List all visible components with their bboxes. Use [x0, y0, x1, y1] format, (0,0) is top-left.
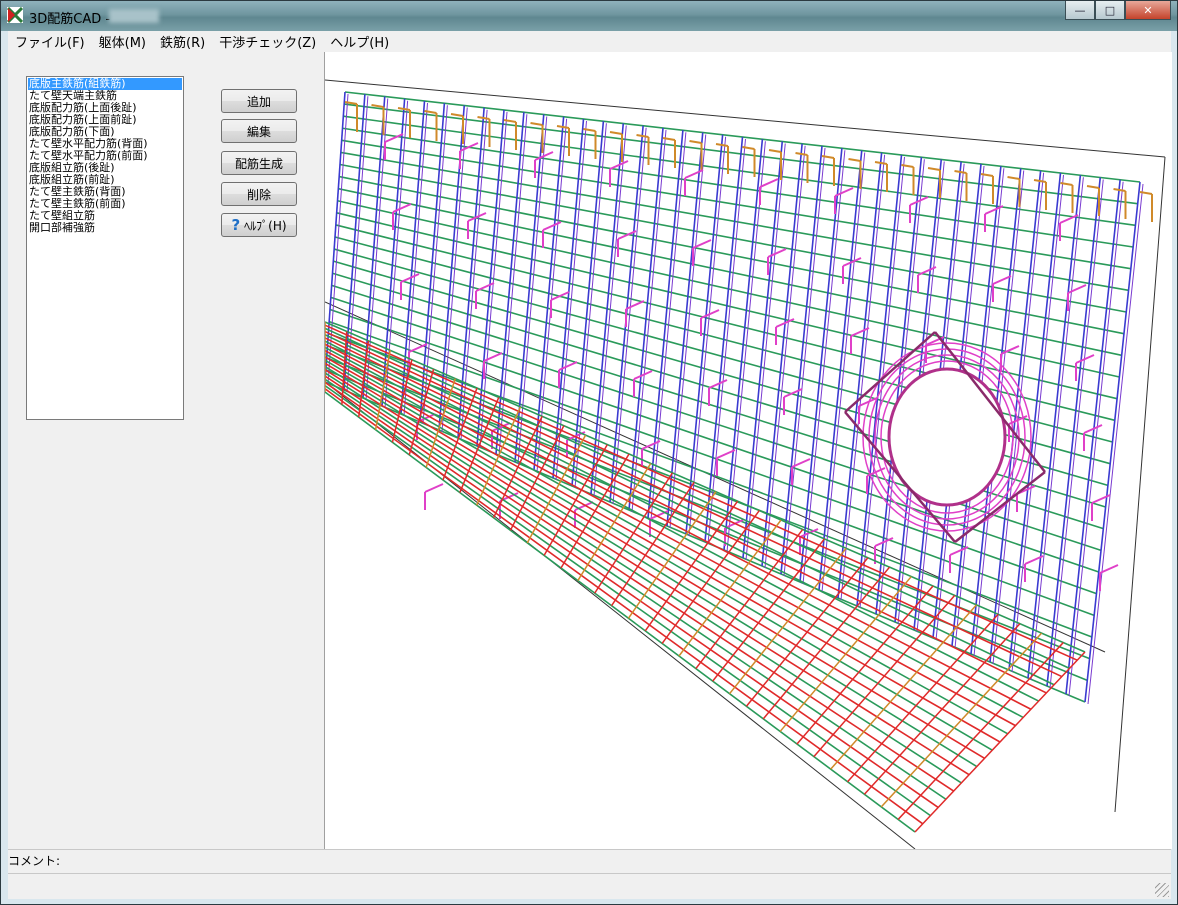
menu-structure[interactable]: 躯体(M)	[92, 32, 153, 51]
edit-button-label: 編集	[246, 124, 271, 139]
list-item[interactable]: たて壁天端主鉄筋	[28, 90, 182, 102]
list-item[interactable]: 底版組立筋(後趾)	[28, 162, 182, 174]
menu-file[interactable]: ファイル(F)	[8, 32, 92, 51]
app-icon	[7, 7, 23, 23]
menu-rebar[interactable]: 鉄筋(R)	[153, 32, 212, 51]
list-item[interactable]: 底版配力筋(下面)	[28, 126, 182, 138]
list-item[interactable]: 底版配力筋(上面前趾)	[28, 114, 182, 126]
delete-button-label: 削除	[246, 187, 271, 202]
close-button[interactable]: ✕	[1125, 1, 1171, 20]
minimize-button[interactable]: —	[1065, 1, 1095, 20]
list-item[interactable]: 底版配力筋(上面後趾)	[28, 102, 182, 114]
client-area: 底版主鉄筋(組鉄筋) たて壁天端主鉄筋 底版配力筋(上面後趾) 底版配力筋(上面…	[8, 52, 1172, 850]
window-title: 3D配筋CAD -	[29, 12, 111, 27]
list-item[interactable]: たて壁主鉄筋(背面)	[28, 186, 182, 198]
menu-bar: ファイル(F) 躯体(M) 鉄筋(R) 干渉チェック(Z) ヘルプ(H)	[8, 31, 1171, 53]
delete-button[interactable]: 削除	[221, 182, 297, 206]
title-redacted	[109, 9, 159, 23]
rebar-3d-model[interactable]	[324, 52, 1172, 850]
help-icon: ?	[231, 216, 241, 234]
maximize-button[interactable]: □	[1095, 1, 1125, 20]
resize-grip[interactable]	[1155, 883, 1169, 897]
list-item[interactable]: たて壁組立筋	[28, 210, 182, 222]
edit-button[interactable]: 編集	[221, 119, 297, 143]
title-bar[interactable]: 3D配筋CAD - — □ ✕	[1, 1, 1177, 31]
list-item[interactable]: たて壁主鉄筋(前面)	[28, 198, 182, 210]
generate-button-label: 配筋生成	[234, 156, 283, 171]
help-button[interactable]: ? ﾍﾙﾌﾟ(H)	[221, 213, 297, 237]
menu-interference-check[interactable]: 干渉チェック(Z)	[212, 32, 323, 51]
menu-help[interactable]: ヘルプ(H)	[323, 32, 396, 51]
app-window: 3D配筋CAD - — □ ✕ ファイル(F) 躯体(M) 鉄筋(R) 干渉チェ…	[0, 0, 1178, 905]
add-button[interactable]: 追加	[221, 89, 297, 113]
status-bar	[8, 873, 1171, 899]
add-button-label: 追加	[246, 94, 271, 109]
comment-bar: コメント:	[8, 849, 1171, 874]
list-item[interactable]: たて壁水平配力筋(前面)	[28, 150, 182, 162]
list-item[interactable]: たて壁水平配力筋(背面)	[28, 138, 182, 150]
list-item[interactable]: 底版組立筋(前趾)	[28, 174, 182, 186]
list-item[interactable]: 底版主鉄筋(組鉄筋)	[28, 78, 182, 90]
help-button-label: ﾍﾙﾌﾟ(H)	[244, 218, 287, 233]
list-item[interactable]: 開口部補強筋	[28, 222, 182, 234]
rebar-listbox[interactable]: 底版主鉄筋(組鉄筋) たて壁天端主鉄筋 底版配力筋(上面後趾) 底版配力筋(上面…	[26, 76, 184, 420]
generate-rebar-button[interactable]: 配筋生成	[221, 151, 297, 175]
comment-label: コメント:	[8, 854, 61, 868]
3d-viewport[interactable]	[324, 52, 1172, 850]
window-controls: — □ ✕	[1065, 1, 1171, 21]
